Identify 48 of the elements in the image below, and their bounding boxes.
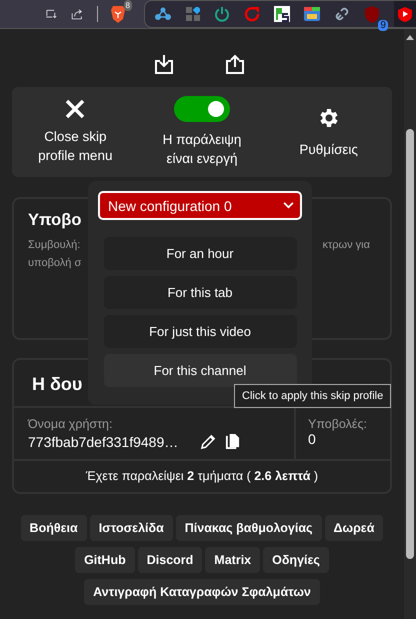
chevron-icon	[283, 202, 294, 209]
link-button[interactable]: Βοήθεια	[20, 515, 87, 541]
scroll-up-icon[interactable]	[406, 34, 414, 40]
link-button[interactable]: Δωρεά	[324, 515, 384, 541]
menu-option[interactable]: For an hour	[104, 237, 296, 270]
link-button[interactable]: Αντιγραφή Καταγραφών Σφαλμάτων	[84, 579, 320, 605]
link-button[interactable]: Discord	[138, 547, 202, 573]
grid-icon[interactable]	[186, 7, 200, 21]
card-title: Η δου	[32, 374, 82, 395]
submissions-label: Υποβολές:	[308, 417, 368, 431]
tip-text: υποβολή σ	[28, 256, 82, 271]
toggle-switch[interactable]	[174, 96, 230, 122]
window-icon[interactable]	[304, 7, 320, 21]
toggle-label: Η παράλειψη είναι ενεργή	[162, 131, 242, 168]
lion-shield-icon[interactable]	[110, 5, 126, 23]
play-icon[interactable]	[394, 1, 416, 27]
menu-option[interactable]: For this channel	[104, 354, 296, 387]
notification-badge: 8	[124, 0, 132, 11]
tooltip: Click to apply this skip profile	[234, 384, 392, 408]
power-icon[interactable]	[214, 6, 230, 22]
copy-icon[interactable]	[225, 433, 240, 450]
import-icon[interactable]	[152, 53, 174, 75]
submissions-value: 0	[308, 431, 317, 447]
scroll-thumb[interactable]	[406, 129, 414, 559]
close-icon	[65, 99, 86, 119]
settings-button[interactable]: Ρυθμίσεις	[265, 106, 392, 158]
close-button[interactable]: Close skip profile menu	[12, 99, 139, 165]
username-value: 773fbab7def331f9489…	[28, 434, 178, 450]
menu-option[interactable]: For just this video	[104, 315, 296, 348]
link-button[interactable]: GitHub	[75, 547, 135, 573]
card-title: Υποβο	[28, 211, 82, 230]
username-label: Όνομα χρήστη:	[28, 417, 114, 431]
reload-icon[interactable]	[244, 6, 260, 22]
tip-text: κτρων για	[322, 238, 370, 253]
scrollbar[interactable]	[404, 29, 416, 619]
link-button[interactable]: Matrix	[205, 547, 260, 573]
link-button[interactable]: Πίνακας βαθμολογίας	[176, 515, 322, 541]
network-icon[interactable]	[154, 7, 172, 21]
profile-select[interactable]: New configuration 0	[98, 191, 302, 220]
pencil-icon[interactable]	[200, 433, 218, 450]
export-icon[interactable]	[224, 53, 246, 75]
skipped-summary: Έχετε παραλείψει 2 τμήματα ( 2.6 λεπτά )	[86, 469, 318, 483]
tip-text: Συμβουλή:	[28, 238, 82, 253]
link-icon[interactable]	[334, 6, 350, 22]
link-button[interactable]: Ιστοσελίδα	[90, 515, 173, 541]
notification-badge: 9	[378, 20, 388, 31]
menu-option[interactable]: For this tab	[104, 276, 296, 309]
link-button[interactable]: Οδηγίες	[263, 547, 329, 573]
